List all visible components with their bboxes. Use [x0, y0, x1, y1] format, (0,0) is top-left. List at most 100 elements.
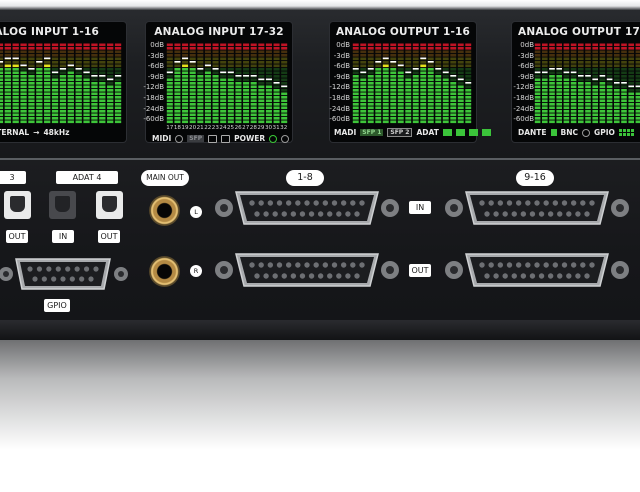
screen-title: ANALOG INPUT 1-16: [0, 26, 99, 38]
peak-hold-marker: [265, 78, 272, 81]
meter-channel-2: [4, 43, 11, 124]
db-scale-tick: -60dB: [329, 115, 350, 124]
left-channel-label: L: [190, 206, 202, 218]
meter-channel-14: [628, 43, 634, 124]
db-scale: 0dB -3dB -6dB -9dB -12dB -18dB -24dB -60…: [508, 40, 534, 125]
meter-channel-11: [243, 43, 250, 124]
peak-hold-marker: [91, 75, 98, 77]
meter-bank-output-1-16: [352, 42, 472, 124]
peak-hold-marker: [197, 68, 204, 70]
db-scale-tick: -6dB: [147, 62, 164, 71]
meter-channel-1: [166, 43, 173, 124]
db-scale-tick: -12dB: [143, 83, 164, 92]
db-scale-tick: 0dB: [150, 41, 164, 49]
peak-hold-marker: [549, 68, 555, 70]
peak-hold-marker: [107, 78, 114, 81]
dsub-in-9-16-connector[interactable]: [442, 188, 632, 228]
meter-channel-7: [578, 43, 584, 124]
adat-led-3: [468, 129, 478, 136]
meter-channel-6: [36, 43, 43, 124]
main-out-right-jack[interactable]: [149, 256, 180, 287]
meter-channel-2: [174, 43, 181, 124]
peak-hold-marker: [405, 71, 412, 74]
channel-number: 27: [242, 125, 250, 131]
peak-hold-marker: [457, 78, 464, 81]
peak-hold-marker: [412, 68, 419, 70]
peak-hold-marker: [382, 57, 389, 60]
meter-channel-3: [367, 43, 374, 124]
meter-channel-5: [197, 43, 204, 124]
channel-number: 17: [166, 125, 174, 131]
peak-hold-marker: [212, 68, 219, 70]
peak-hold-marker: [360, 71, 367, 74]
db-scale-tick: 0dB: [336, 41, 350, 49]
gpio-connector[interactable]: [0, 254, 132, 294]
meter-channel-3: [182, 43, 189, 124]
dsub-out-1-8-connector[interactable]: [212, 250, 402, 290]
meter-bank-input-1-16: [0, 42, 122, 124]
screen-analog-input-17-32: ANALOG INPUT 17-32 0dB -3dB -6dB -9dB -1…: [143, 22, 292, 143]
peak-hold-marker: [258, 78, 265, 81]
meter-channel-7: [397, 43, 404, 124]
meter-channel-10: [235, 43, 242, 124]
peak-hold-marker: [534, 71, 541, 74]
adat3-out-port[interactable]: [4, 191, 31, 219]
meter-channel-12: [614, 43, 620, 124]
db-scale-tick: -24dB: [329, 104, 350, 113]
db-scale-tick: -3dB: [147, 51, 164, 60]
meter-channel-15: [107, 43, 114, 124]
meter-channel-11: [75, 43, 82, 124]
db-scale-tick: -9dB: [147, 72, 164, 81]
meter-channel-15: [635, 43, 640, 124]
meter-channel-4: [556, 43, 562, 124]
meter-channel-15: [457, 43, 464, 124]
dsub-in-1-8-connector[interactable]: [212, 188, 402, 228]
db-scale-tick: -6dB: [333, 62, 350, 71]
meter-channel-12: [435, 43, 442, 124]
status-row: MIDI SFP POWER: [152, 134, 290, 143]
peak-hold-marker: [585, 75, 591, 77]
peak-hold-marker: [367, 68, 374, 70]
meter-channel-11: [606, 43, 613, 124]
screen-analog-output-17-32: ANALOG OUTPUT 17-32 0dB -3dB -6dB -9dB -…: [512, 22, 640, 142]
adat4-out-port[interactable]: [96, 191, 123, 219]
peak-hold-marker: [450, 75, 457, 77]
peak-hold-marker: [375, 61, 382, 63]
screen-analog-input-1-16: ANALOG INPUT 1-16 NTERNAL → 48kHz: [0, 22, 126, 142]
midi-indicator-icon: [175, 134, 184, 143]
channel-number: 19: [181, 125, 189, 131]
db-scale: 0dB -3dB -6dB -9dB -12dB -18dB -24dB -60…: [324, 40, 350, 125]
power-indicator-icon: [269, 134, 278, 143]
meter-channel-10: [599, 43, 606, 124]
meter-channel-6: [570, 43, 577, 124]
meter-channel-13: [442, 43, 449, 124]
channel-number: 23: [211, 125, 219, 131]
adat-label: ADAT: [416, 128, 439, 137]
dsub-out-9-16-connector[interactable]: [442, 250, 632, 290]
level-meters: [166, 43, 288, 124]
screen-analog-output-1-16: ANALOG OUTPUT 1-16 0dB -3dB -6dB -9dB -1…: [329, 22, 491, 142]
peak-hold-marker: [281, 85, 288, 88]
status-row: MADI SFP 1 SFP 2 ADAT: [334, 128, 491, 137]
adat4-in-label: IN: [52, 230, 74, 243]
rear-panel: 3 ADAT 4 OUT IN OUT GPIO MAIN OUT L R 1-…: [0, 160, 640, 320]
gpio-label: GPIO: [594, 128, 615, 137]
channel-numbers: 17 18 19 20 21 22 23 24 25 26 27 28 29 3…: [166, 125, 288, 131]
peak-hold-marker: [435, 68, 442, 70]
meter-channel-1: [534, 43, 541, 124]
channel-number: 31: [272, 125, 280, 131]
channel-number: 28: [249, 125, 257, 131]
main-out-left-jack[interactable]: [149, 195, 180, 226]
adat4-in-port[interactable]: [49, 191, 76, 219]
channel-number: 29: [257, 125, 265, 131]
channels-9-16-label: 9-16: [516, 170, 554, 186]
meter-channel-9: [412, 43, 419, 124]
peak-hold-marker: [189, 61, 196, 63]
meter-channel-7: [212, 43, 219, 124]
peak-hold-marker: [628, 85, 634, 88]
meter-channel-9: [59, 43, 67, 124]
peak-hold-marker: [67, 64, 74, 67]
meter-channel-11: [427, 43, 434, 124]
peak-hold-marker: [250, 75, 257, 77]
meter-channel-2: [542, 43, 548, 124]
